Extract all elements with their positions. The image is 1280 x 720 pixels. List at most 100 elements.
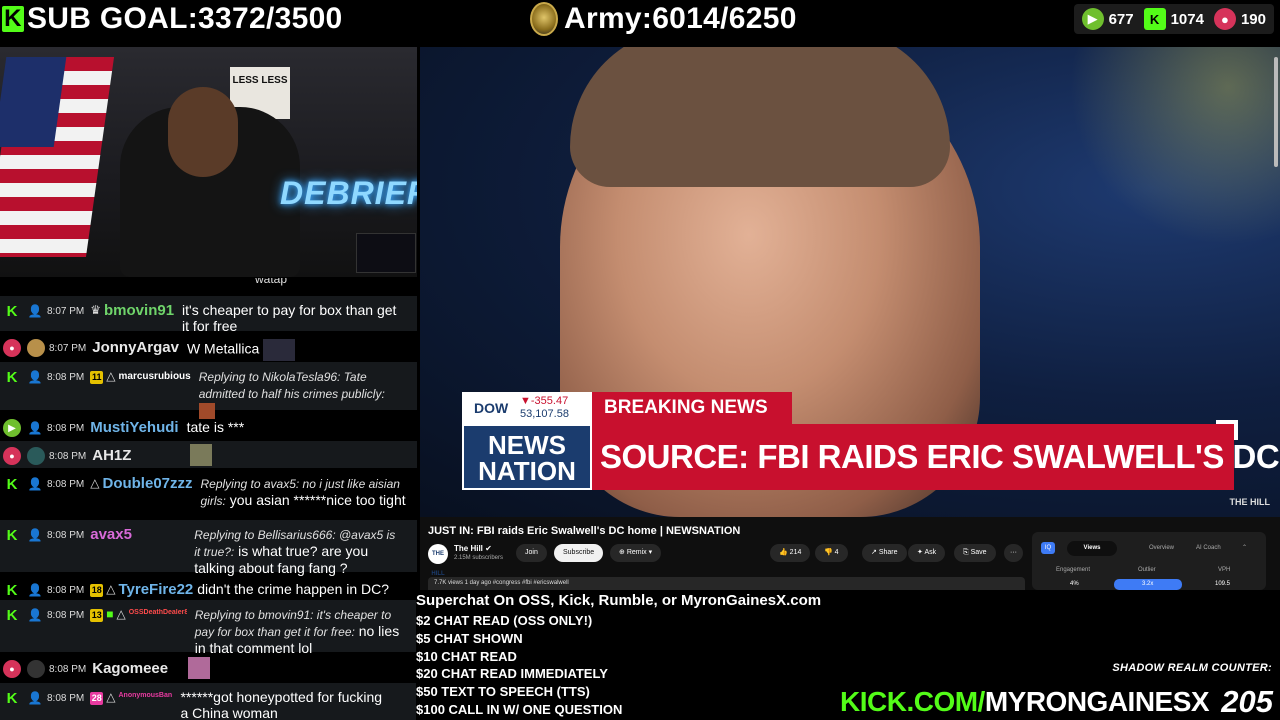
share-icon: ↗ — [871, 549, 877, 556]
streamer-head — [168, 87, 238, 177]
superchat-tier: $10 CHAT READ — [416, 648, 517, 664]
like-button[interactable]: 👍 214 — [770, 544, 811, 562]
dislike-button[interactable]: 👎 4 — [815, 544, 848, 562]
sub-goal-text: SUB GOAL:3372/3500 — [27, 2, 343, 35]
engagement-value: 4% — [1070, 581, 1079, 587]
kick-icon: K — [6, 526, 18, 544]
channel-name[interactable]: The Hill ✔ — [454, 544, 492, 553]
channel-name-text: The Hill — [454, 544, 483, 553]
kick-url-domain: KICK.COM/ — [840, 686, 985, 717]
superchat-tier: $20 CHAT READ IMMEDIATELY — [416, 666, 608, 682]
chat-username[interactable]: MustiYehudi — [90, 419, 178, 436]
oss-count: ● 190 — [1213, 8, 1266, 30]
dow-values: ▼-355.47 53,107.58 — [520, 395, 569, 421]
chat-text-wrap: Replying to NikolaTesla96: Tate admitted… — [198, 368, 407, 420]
reply-text: Replying to NikolaTesla96: Tate admitted… — [198, 370, 385, 401]
analytics-panel: IQ Views Overview AI Coach ⌃ Engagement … — [1032, 532, 1266, 590]
chat-message: ● 8:08 PM Kagomeee — [0, 654, 417, 681]
chat-username[interactable]: TyreFire22 — [118, 581, 193, 598]
sub-badge: 13 — [90, 609, 104, 622]
emote-image — [190, 444, 213, 466]
channel-avatar[interactable]: THE HILL — [428, 544, 448, 577]
chat-text: it's cheaper to pay for box than get it … — [182, 302, 397, 334]
sparkle-icon: ✦ — [917, 549, 923, 556]
outlier-value: 3.2x — [1142, 581, 1154, 587]
chat-username[interactable]: Double07zzz — [102, 475, 192, 492]
chat-username[interactable]: AnonymousBandit12 — [118, 692, 172, 699]
chat-text: you asian ******nice too tight — [229, 492, 406, 508]
army-goal-text: Army:6014/6250 — [564, 2, 797, 35]
newsnation-logo: NEWS NATION — [462, 424, 592, 490]
user-icon: 👤 — [27, 583, 43, 597]
mixer-device — [356, 233, 416, 273]
remix-label: Remix — [626, 549, 647, 556]
share-label: Share — [878, 549, 898, 556]
save-button[interactable]: ⎘ Save — [954, 544, 996, 562]
verified-icon: ✔ — [485, 544, 492, 553]
more-button[interactable]: ··· — [1004, 544, 1023, 562]
kick-url-channel: MYRONGAINESX — [984, 686, 1210, 717]
join-button[interactable]: Join — [516, 544, 547, 562]
shield-icon: △ — [90, 476, 100, 490]
rumble-count-value: 677 — [1108, 10, 1134, 28]
thumbs-down-icon: 👎 — [824, 549, 833, 556]
video-title: JUST IN: FBI raids Eric Swalwell's DC ho… — [428, 525, 741, 537]
chat-text-wrap: Replying to avax5: no i just like aisian… — [201, 475, 411, 509]
chat-time: 8:08 PM — [49, 451, 87, 462]
kick-icon: K — [6, 475, 18, 493]
sub-badge: 11 — [90, 371, 104, 384]
chat-username[interactable]: bmovin91 — [104, 302, 174, 319]
rumble-icon: ▶ — [3, 419, 21, 437]
subscribe-button[interactable]: Subscribe — [554, 544, 604, 562]
chat-message: ● 8:08 PM AH1Z — [0, 441, 417, 468]
subscriber-count: 2.15M subscribers — [454, 555, 504, 561]
dislike-count: 4 — [834, 549, 839, 556]
video-player[interactable]: DOW ▼-355.47 53,107.58 BREAKING NEWS NEW… — [420, 47, 1280, 517]
tab-views[interactable]: Views — [1067, 541, 1117, 556]
rumble-count: ▶ 677 — [1081, 8, 1134, 30]
user-icon: 👤 — [27, 691, 43, 705]
remix-button[interactable]: ⊕ Remix ▾ — [610, 544, 662, 562]
kick-count-value: 1074 — [1170, 10, 1204, 28]
army-badge-icon — [530, 2, 558, 36]
oss-icon: ● — [1213, 8, 1236, 30]
user-icon: 👤 — [27, 370, 43, 384]
oss-icon: ● — [3, 447, 21, 465]
chat-username[interactable]: avax5 — [90, 526, 186, 543]
chat-text-wrap: W Metallica — [187, 339, 296, 361]
chat-username[interactable]: marcusrubious — [118, 371, 190, 382]
viewer-counts: ▶ 677 K 1074 ● 190 — [1073, 4, 1274, 34]
chat-username[interactable]: Kagomeee — [92, 660, 180, 677]
superchat-title: Superchat On OSS, Kick, Rumble, or Myron… — [416, 592, 822, 609]
share-button[interactable]: ↗ Share — [862, 544, 907, 562]
chat-text: tate is *** — [186, 419, 245, 435]
chat-text: didn't the crime happen in DC? — [197, 581, 390, 597]
dow-ticker: DOW ▼-355.47 53,107.58 — [462, 392, 592, 424]
tab-overview[interactable]: Overview — [1137, 541, 1186, 556]
sub-badge: 18 — [90, 584, 104, 597]
save-label: Save — [970, 549, 987, 556]
chat-time: 8:08 PM — [47, 530, 85, 541]
chat-message: ● 8:07 PM JonnyArgav W Metallica — [0, 333, 417, 361]
kick-icon: K — [6, 689, 18, 707]
oss-icon: ● — [3, 339, 21, 357]
chevron-up-icon[interactable]: ⌃ — [1242, 541, 1247, 556]
user-icon: 👤 — [27, 528, 43, 542]
chat-username[interactable]: AH1Z — [92, 447, 182, 464]
chat-message: K 👤 8:07 PM ♛ bmovin91 it's cheaper to p… — [0, 296, 417, 334]
chat-text-wrap: Replying to bmovin91: it's cheaper to pa… — [195, 606, 405, 656]
chat-username[interactable]: OSSDeathDealer88 — [129, 609, 187, 616]
tab-ai-coach[interactable]: AI Coach — [1184, 541, 1233, 556]
ask-button[interactable]: ✦ Ask — [908, 544, 946, 562]
chat-username[interactable]: JonnyArgav — [92, 339, 179, 356]
shield-icon: △ — [106, 369, 116, 383]
kick-icon: K — [6, 606, 18, 624]
analytics-logo-icon: IQ — [1041, 542, 1055, 554]
chat-message: K 👤 8:08 PM 28 △ AnonymousBandit12 *****… — [0, 683, 417, 720]
video-meta: 7.7K views 1 day ago #congress #fbi #eri… — [428, 577, 1025, 590]
remix-icon: ⊕ — [619, 549, 625, 556]
chat-message: K 👤 8:08 PM 11 △ marcusrubious Replying … — [0, 362, 417, 420]
breaking-news-label: BREAKING NEWS — [592, 392, 792, 424]
scrollbar[interactable] — [1274, 57, 1278, 167]
like-count: 214 — [789, 549, 802, 556]
